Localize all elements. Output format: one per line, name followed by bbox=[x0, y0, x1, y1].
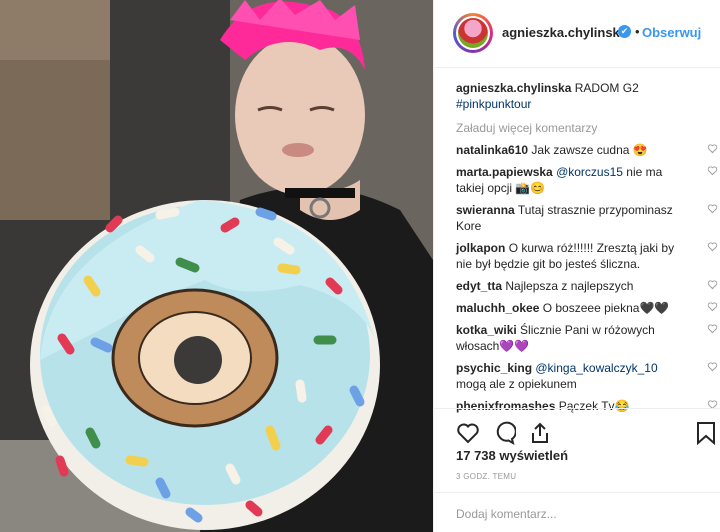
comment-text: O boszeee piekna🖤🖤 bbox=[542, 301, 670, 315]
like-comment-icon[interactable] bbox=[707, 203, 718, 214]
post-timestamp[interactable]: 3 GODZ. TEMU bbox=[456, 472, 516, 481]
caption: agnieszka.chylinska RADOM G2 #pinkpunkto… bbox=[456, 80, 706, 112]
like-comment-icon[interactable] bbox=[707, 143, 718, 154]
add-comment-area[interactable]: Dodaj komentarz... bbox=[434, 492, 720, 532]
comment-mention[interactable]: @kinga_kowalczyk_10 bbox=[535, 361, 657, 375]
comment-text: mogą ale z opiekunem bbox=[456, 377, 577, 391]
caption-hashtag[interactable]: #pinkpunktour bbox=[456, 97, 531, 111]
post-actions bbox=[434, 408, 720, 445]
comment-row: marta.papiewska @korczus15 nie ma takiej… bbox=[456, 164, 718, 196]
video-frame bbox=[0, 0, 433, 532]
comment-username[interactable]: psychic_king bbox=[456, 361, 532, 375]
like-comment-icon[interactable] bbox=[707, 165, 718, 176]
comment-username[interactable]: swieranna bbox=[456, 203, 515, 217]
comment-text: Jak zawsze cudna 😍 bbox=[531, 143, 648, 157]
add-comment-input[interactable]: Dodaj komentarz... bbox=[456, 507, 557, 521]
comment-row: natalinka610 Jak zawsze cudna 😍 bbox=[456, 142, 718, 158]
comments-list: agnieszka.chylinska RADOM G2 #pinkpunkto… bbox=[456, 80, 718, 420]
comment-row: jolkapon O kurwa róż!!!!!! Zresztą jaki … bbox=[456, 240, 718, 272]
comment-username[interactable]: edyt_tta bbox=[456, 279, 502, 293]
like-comment-icon[interactable] bbox=[707, 279, 718, 290]
load-more-comments[interactable]: Załaduj więcej komentarzy bbox=[456, 120, 706, 136]
comment-username[interactable]: maluchh_okee bbox=[456, 301, 539, 315]
caption-username[interactable]: agnieszka.chylinska bbox=[456, 81, 571, 95]
comment-icon[interactable] bbox=[492, 421, 516, 445]
comment-row: swieranna Tutaj strasznie przypominasz K… bbox=[456, 202, 718, 234]
comment-row: psychic_king @kinga_kowalczyk_10 mogą al… bbox=[456, 360, 718, 392]
post-video[interactable] bbox=[0, 0, 433, 532]
post-header: agnieszka.chylinska ✔ • Obserwuj bbox=[434, 0, 720, 68]
post-sidebar: agnieszka.chylinska ✔ • Obserwuj agniesz… bbox=[433, 0, 720, 532]
like-comment-icon[interactable] bbox=[707, 301, 718, 312]
comment-username[interactable]: kotka_wiki bbox=[456, 323, 517, 337]
follow-button[interactable]: Obserwuj bbox=[642, 25, 701, 40]
comment-text: Najlepsza z najlepszych bbox=[505, 279, 634, 293]
comment-username[interactable]: phenixfromashes bbox=[456, 399, 555, 413]
like-comment-icon[interactable] bbox=[707, 361, 718, 372]
like-comment-icon[interactable] bbox=[707, 323, 718, 334]
comment-row: edyt_tta Najlepsza z najlepszych bbox=[456, 278, 718, 294]
comment-row: phenixfromashes Pączek Tv😂 bbox=[456, 398, 718, 414]
comment-text: Pączek Tv😂 bbox=[558, 399, 630, 413]
comment-username[interactable]: marta.papiewska bbox=[456, 165, 553, 179]
verified-badge-icon: ✔ bbox=[618, 25, 631, 38]
separator-dot: • bbox=[635, 24, 640, 39]
comment-row: maluchh_okee O boszeee piekna🖤🖤 bbox=[456, 300, 718, 316]
like-comment-icon[interactable] bbox=[707, 241, 718, 252]
share-icon[interactable] bbox=[528, 421, 552, 445]
comment-username[interactable]: jolkapon bbox=[456, 241, 505, 255]
instagram-post: agnieszka.chylinska ✔ • Obserwuj agniesz… bbox=[0, 0, 720, 532]
avatar[interactable] bbox=[453, 13, 493, 53]
header-username[interactable]: agnieszka.chylinska bbox=[502, 25, 627, 40]
caption-text: RADOM G2 bbox=[574, 81, 639, 95]
comment-username[interactable]: natalinka610 bbox=[456, 143, 528, 157]
comment-mention[interactable]: @korczus15 bbox=[556, 165, 623, 179]
comment-row: kotka_wiki Ślicznie Pani w różowych włos… bbox=[456, 322, 718, 354]
view-count[interactable]: 17 738 wyświetleń bbox=[456, 448, 568, 463]
bookmark-icon[interactable] bbox=[696, 421, 716, 445]
like-icon[interactable] bbox=[456, 421, 480, 445]
